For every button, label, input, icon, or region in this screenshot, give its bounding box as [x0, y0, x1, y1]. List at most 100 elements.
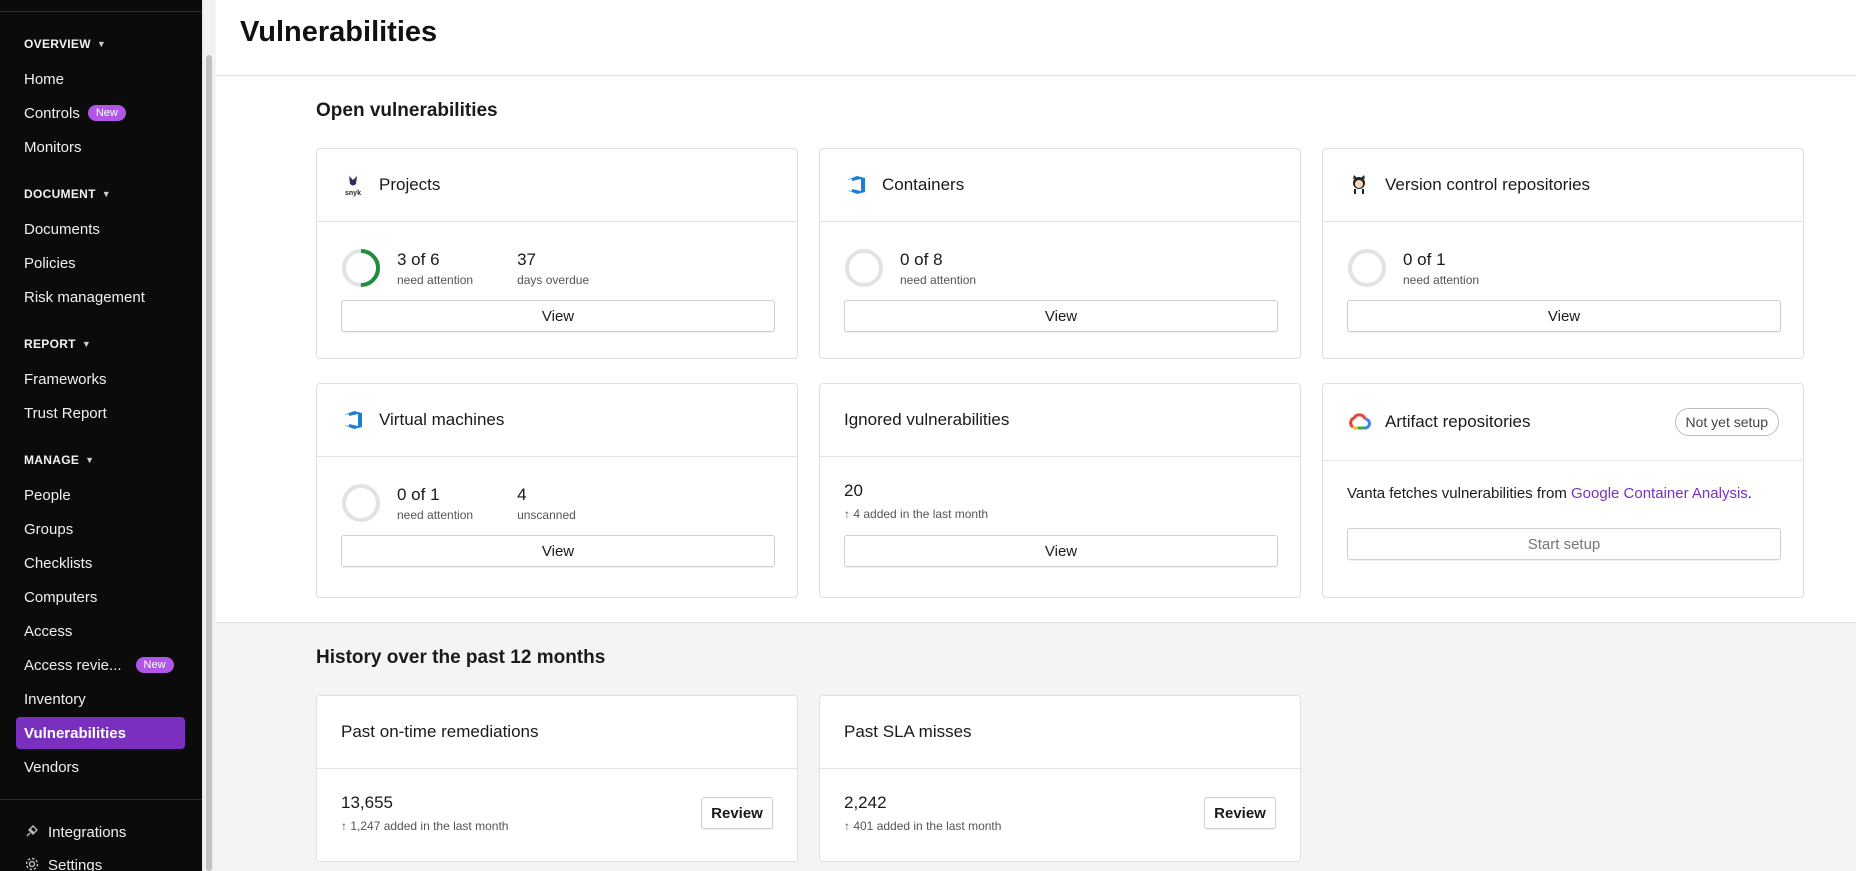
- attention-stat: 0 of 8 need attention: [900, 250, 976, 287]
- ontime-trend: ↑ 1,247 added in the last month: [341, 819, 509, 833]
- view-vms-button[interactable]: View: [341, 535, 775, 567]
- sidebar-item-integrations[interactable]: Integrations: [16, 816, 185, 848]
- sidebar-item-label: Risk management: [24, 288, 145, 306]
- section-heading: Open vulnerabilities: [316, 100, 498, 121]
- attention-stat: 0 of 1 need attention: [397, 485, 473, 522]
- review-sla-button[interactable]: Review: [1204, 797, 1276, 829]
- sidebar-item-trust-report[interactable]: Trust Report: [16, 397, 185, 429]
- google-cloud-icon: [1347, 410, 1371, 434]
- stat-value: 0 of 1: [1403, 249, 1446, 269]
- sidebar-item-computers[interactable]: Computers: [16, 581, 185, 613]
- history-heading: History over the past 12 months: [316, 647, 606, 668]
- unscanned-stat: 4 unscanned: [517, 485, 576, 522]
- sidebar-item-home[interactable]: Home: [16, 63, 185, 95]
- stat-caption: need attention: [900, 272, 977, 287]
- sidebar-item-label: Vendors: [24, 758, 80, 776]
- view-vcs-button[interactable]: View: [1347, 300, 1781, 332]
- section-report-toggle[interactable]: REPORT ▼: [24, 337, 91, 351]
- sidebar-item-label: Checklists: [24, 554, 93, 572]
- sidebar-item-label: Trust Report: [24, 404, 107, 422]
- plug-icon: [24, 823, 42, 842]
- view-ignored-button[interactable]: View: [844, 535, 1278, 567]
- sidebar-item-inventory[interactable]: Inventory: [16, 683, 185, 715]
- card-title: Projects: [379, 175, 441, 194]
- sidebar-item-controls[interactable]: Controls New: [16, 97, 185, 129]
- card-title: Version control repositories: [1385, 175, 1591, 194]
- sidebar-item-label: Access: [24, 622, 73, 640]
- stat-value: 0 of 1: [397, 484, 440, 504]
- description-text: Vanta fetches vulnerabilities from: [1347, 485, 1571, 502]
- caret-down-icon: ▼: [96, 39, 107, 49]
- sidebar-item-label: Groups: [24, 520, 74, 538]
- stat-caption: need attention: [397, 507, 474, 522]
- overdue-stat: 37 days overdue: [517, 250, 589, 287]
- stat-caption: need attention: [1403, 272, 1480, 287]
- section-overview-label: OVERVIEW: [24, 37, 91, 51]
- section-overview-toggle[interactable]: OVERVIEW ▼: [24, 37, 106, 51]
- sidebar-item-checklists[interactable]: Checklists: [16, 547, 185, 579]
- caret-down-icon: ▼: [101, 189, 111, 199]
- ontime-count: 13,655: [341, 793, 393, 812]
- new-badge: New: [135, 657, 174, 673]
- card-title: Past on-time remediations: [341, 722, 539, 741]
- attention-stat: 0 of 1 need attention: [1403, 250, 1479, 287]
- sidebar-item-label: Settings: [48, 856, 103, 871]
- review-ontime-button[interactable]: Review: [701, 797, 773, 829]
- sidebar-divider: [0, 799, 202, 800]
- sidebar-item-frameworks[interactable]: Frameworks: [16, 363, 185, 395]
- card-title: Containers: [882, 175, 965, 194]
- card-title: Virtual machines: [379, 410, 505, 429]
- view-containers-button[interactable]: View: [844, 300, 1278, 332]
- ontime-remediations-card: Past on-time remediations 13,655 ↑ 1,247…: [316, 695, 798, 862]
- sidebar-item-vendors[interactable]: Vendors: [16, 751, 185, 783]
- sla-trend: ↑ 401 added in the last month: [844, 819, 1002, 833]
- virtual-machines-card: Virtual machines 0 of 1 need attention 4…: [316, 383, 798, 598]
- sidebar-item-people[interactable]: People: [16, 479, 185, 511]
- section-document-toggle[interactable]: DOCUMENT ▼: [24, 187, 111, 201]
- svg-text:snyk: snyk: [345, 190, 361, 197]
- stat-value: 0 of 8: [900, 249, 943, 269]
- sidebar-item-label: Documents: [24, 220, 100, 238]
- sidebar-item-access-reviews[interactable]: Access revie... New: [16, 649, 185, 681]
- view-projects-button[interactable]: View: [341, 300, 775, 332]
- artifact-repositories-card: Artifact repositories Not yet setup Vant…: [1322, 383, 1804, 598]
- progress-ring: [342, 249, 380, 287]
- version-control-card: Version control repositories 0 of 1 need…: [1322, 148, 1804, 359]
- sidebar-item-groups[interactable]: Groups: [16, 513, 185, 545]
- snyk-logo-icon: snyk: [341, 173, 365, 197]
- sidebar-item-label: Frameworks: [24, 370, 107, 388]
- sidebar-item-access[interactable]: Access: [16, 615, 185, 647]
- page-title: Vulnerabilities: [240, 16, 438, 48]
- azure-devops-icon: [341, 408, 365, 432]
- progress-ring: [342, 484, 380, 522]
- start-setup-button[interactable]: Start setup: [1347, 528, 1781, 560]
- sidebar-scrollbar-thumb[interactable]: [206, 55, 212, 871]
- ignored-count: 20: [844, 481, 863, 500]
- sidebar-item-label: Vulnerabilities: [24, 724, 126, 742]
- progress-ring: [1348, 249, 1386, 287]
- sidebar-divider: [0, 11, 202, 12]
- stat-value: 4: [517, 484, 527, 504]
- caret-down-icon: ▼: [81, 339, 92, 349]
- sidebar-item-settings[interactable]: Settings: [16, 849, 185, 871]
- caret-down-icon: ▼: [85, 455, 95, 465]
- page-header: Vulnerabilities: [216, 0, 1856, 76]
- section-manage-label: MANAGE: [24, 453, 80, 467]
- sidebar-item-label: Home: [24, 70, 65, 88]
- sidebar-item-policies[interactable]: Policies: [16, 247, 185, 279]
- section-manage-toggle[interactable]: MANAGE ▼: [24, 453, 94, 467]
- google-container-analysis-link[interactable]: Google Container Analysis: [1571, 485, 1748, 502]
- new-badge: New: [87, 105, 126, 121]
- attention-stat: 3 of 6 need attention: [397, 250, 473, 287]
- stat-caption: days overdue: [517, 272, 590, 287]
- sidebar-item-vulnerabilities[interactable]: Vulnerabilities: [16, 717, 185, 749]
- sidebar-item-monitors[interactable]: Monitors: [16, 131, 185, 163]
- sidebar: OVERVIEW ▼ Home Controls New Monitors DOC…: [0, 0, 202, 871]
- sidebar-item-risk-management[interactable]: Risk management: [16, 281, 185, 313]
- sidebar-item-label: Controls: [24, 104, 80, 122]
- section-document-label: DOCUMENT: [24, 187, 96, 201]
- setup-status-badge: Not yet setup: [1674, 408, 1779, 436]
- sidebar-item-label: Access revie...: [24, 656, 122, 674]
- azure-devops-icon: [844, 173, 868, 197]
- sidebar-item-documents[interactable]: Documents: [16, 213, 185, 245]
